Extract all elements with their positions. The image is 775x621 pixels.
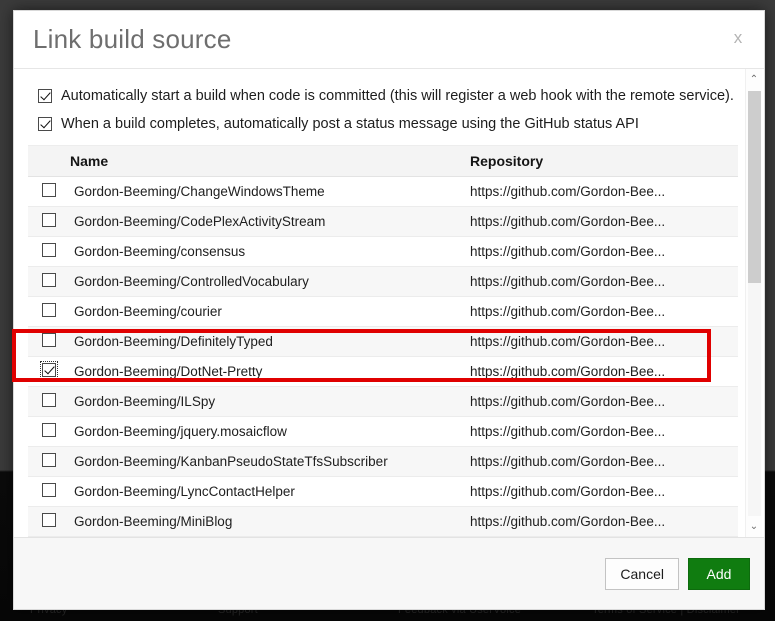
link-build-source-dialog: Link build source x Automatically start … <box>13 10 765 610</box>
row-checkbox-2[interactable] <box>42 243 56 257</box>
row-repository-cell: https://github.com/Gordon-Bee... <box>470 476 738 507</box>
row-repository-cell: https://github.com/Gordon-Bee... <box>470 296 738 327</box>
row-select-cell[interactable] <box>28 476 70 507</box>
row-repository-cell: https://github.com/Gordon-Bee... <box>470 206 738 237</box>
row-checkbox-7[interactable] <box>42 393 56 407</box>
page-title: Link build source <box>33 24 232 54</box>
row-name-cell: Gordon-Beeming/ILSpy <box>70 386 470 417</box>
row-repository-cell: https://github.com/Gordon-Bee... <box>470 506 738 537</box>
table-header-row: Name Repository <box>28 145 738 177</box>
row-name-cell: Gordon-Beeming/courier <box>70 296 470 327</box>
row-name-cell: Gordon-Beeming/DotNet-Pretty <box>70 356 470 387</box>
row-name-cell: Gordon-Beeming/CodePlexActivityStream <box>70 206 470 237</box>
table-body: Gordon-Beeming/ChangeWindowsTheme https:/… <box>28 176 738 537</box>
table-row[interactable]: Gordon-Beeming/ILSpy https://github.com/G… <box>28 386 738 417</box>
row-repository-cell: https://github.com/Gordon-Bee... <box>470 446 738 477</box>
row-select-cell[interactable] <box>28 266 70 297</box>
row-repository-cell: https://github.com/Gordon-Bee... <box>470 266 738 297</box>
column-header-select <box>28 145 70 177</box>
table-row[interactable]: Gordon-Beeming/KanbanPseudoStateTfsSubsc… <box>28 446 738 477</box>
build-option-label-0: Automatically start a build when code is… <box>61 87 734 104</box>
scrollbar-track[interactable] <box>748 283 761 516</box>
build-options-group: Automatically start a build when code is… <box>28 83 738 136</box>
dialog-header: Link build source x <box>14 11 764 69</box>
cancel-button[interactable]: Cancel <box>605 557 679 590</box>
row-name-cell: Gordon-Beeming/KanbanPseudoStateTfsSubsc… <box>70 446 470 477</box>
row-select-cell[interactable] <box>28 446 70 477</box>
table-row[interactable]: Gordon-Beeming/modern.IE-static-code-sca… <box>28 536 738 537</box>
table-row[interactable]: Gordon-Beeming/CodePlexActivityStream htt… <box>28 206 738 237</box>
add-button[interactable]: Add <box>688 557 750 590</box>
table-row[interactable]: Gordon-Beeming/courier https://github.com… <box>28 296 738 327</box>
dialog-footer: Cancel Add <box>14 537 764 609</box>
row-select-cell[interactable] <box>28 206 70 237</box>
row-select-cell[interactable] <box>28 506 70 537</box>
row-checkbox-10[interactable] <box>42 483 56 497</box>
row-repository-cell: https://github.com/Gordon-Bee... <box>470 326 738 357</box>
column-header-repository: Repository <box>470 145 738 177</box>
row-name-cell: Gordon-Beeming/MiniBlog <box>70 506 470 537</box>
table-row[interactable]: Gordon-Beeming/MiniBlog https://github.co… <box>28 506 738 537</box>
row-name-cell: Gordon-Beeming/LyncContactHelper <box>70 476 470 507</box>
row-select-cell[interactable] <box>28 356 70 387</box>
row-repository-cell: https://github.com/Gordon-Bee... <box>470 416 738 447</box>
row-checkbox-1[interactable] <box>42 213 56 227</box>
row-name-cell: Gordon-Beeming/ControlledVocabulary <box>70 266 470 297</box>
row-checkbox-3[interactable] <box>42 273 56 287</box>
table-row[interactable]: Gordon-Beeming/jquery.mosaicflow https://… <box>28 416 738 447</box>
table-row[interactable]: Gordon-Beeming/consensus https://github.c… <box>28 236 738 267</box>
row-name-cell: Gordon-Beeming/ChangeWindowsTheme <box>70 176 470 207</box>
dialog-content: Automatically start a build when code is… <box>14 69 764 537</box>
build-option-checkbox-0[interactable] <box>38 88 52 103</box>
table-row[interactable]: Gordon-Beeming/DotNet-Pretty https://gith… <box>28 356 738 387</box>
scroll-up-icon[interactable]: ⌃ <box>746 71 762 88</box>
build-option-label-1: When a build completes, automatically po… <box>61 115 639 132</box>
table-row[interactable]: Gordon-Beeming/ControlledVocabulary https… <box>28 266 738 297</box>
table-head: Name Repository <box>28 145 738 177</box>
row-select-cell[interactable] <box>28 236 70 267</box>
build-option-checkbox-1[interactable] <box>38 116 52 131</box>
column-header-name: Name <box>70 145 470 177</box>
row-repository-cell: https://github.com/Gordon-Bee... <box>470 536 738 537</box>
row-checkbox-5[interactable] <box>42 333 56 347</box>
vertical-scrollbar[interactable]: ⌃ ⌄ <box>745 69 762 537</box>
build-option-row-0[interactable]: Automatically start a build when code is… <box>28 83 738 108</box>
row-name-cell: Gordon-Beeming/DefinitelyTyped <box>70 326 470 357</box>
row-checkbox-4[interactable] <box>42 303 56 317</box>
row-name-cell: Gordon-Beeming/modern.IE-static-code-sca… <box>70 536 470 537</box>
repository-table: Name Repository Gordon-Beeming/ChangeWin… <box>28 145 738 537</box>
table-row[interactable]: Gordon-Beeming/DefinitelyTyped https://gi… <box>28 326 738 357</box>
row-checkbox-9[interactable] <box>42 453 56 467</box>
table-row[interactable]: Gordon-Beeming/ChangeWindowsTheme https:/… <box>28 176 738 207</box>
row-select-cell[interactable] <box>28 386 70 417</box>
close-icon[interactable]: x <box>725 25 751 51</box>
row-repository-cell: https://github.com/Gordon-Bee... <box>470 356 738 387</box>
row-repository-cell: https://github.com/Gordon-Bee... <box>470 236 738 267</box>
row-repository-cell: https://github.com/Gordon-Bee... <box>470 176 738 207</box>
row-repository-cell: https://github.com/Gordon-Bee... <box>470 386 738 417</box>
build-option-row-1[interactable]: When a build completes, automatically po… <box>28 111 738 136</box>
row-select-cell[interactable] <box>28 176 70 207</box>
row-checkbox-11[interactable] <box>42 513 56 527</box>
row-select-cell[interactable] <box>28 536 70 537</box>
row-name-cell: Gordon-Beeming/jquery.mosaicflow <box>70 416 470 447</box>
row-checkbox-8[interactable] <box>42 423 56 437</box>
dialog-body: Automatically start a build when code is… <box>14 69 764 537</box>
row-select-cell[interactable] <box>28 296 70 327</box>
scroll-down-icon[interactable]: ⌄ <box>746 518 762 535</box>
scrollbar-thumb[interactable] <box>748 91 761 283</box>
table-row[interactable]: Gordon-Beeming/LyncContactHelper https://… <box>28 476 738 507</box>
row-name-cell: Gordon-Beeming/consensus <box>70 236 470 267</box>
row-select-cell[interactable] <box>28 416 70 447</box>
row-checkbox-0[interactable] <box>42 183 56 197</box>
row-checkbox-6[interactable] <box>40 361 58 379</box>
row-select-cell[interactable] <box>28 326 70 357</box>
